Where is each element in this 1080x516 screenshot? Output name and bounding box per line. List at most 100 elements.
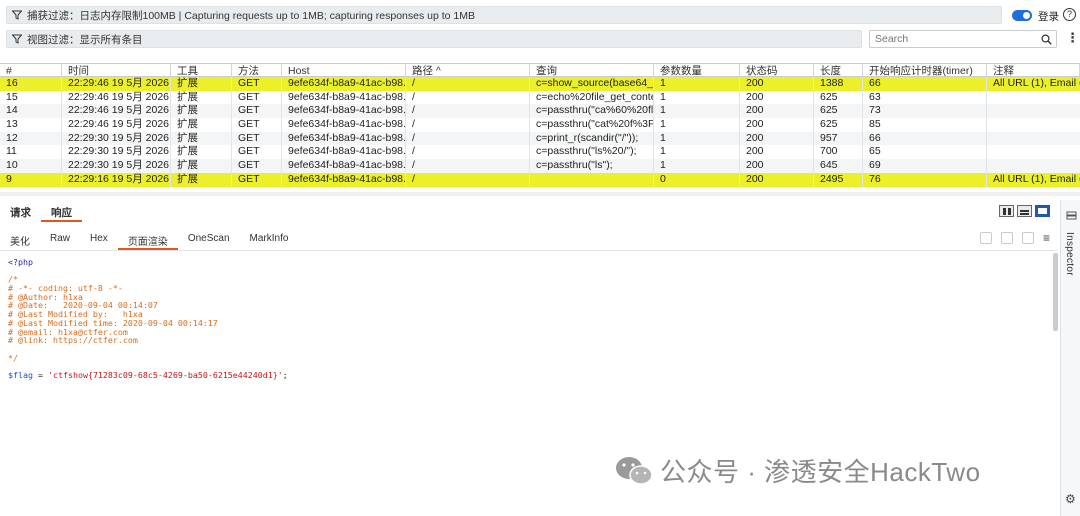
view-filter-bar[interactable]: 视图过滤：显示所有条目 <box>6 30 862 48</box>
code-line: # @link: https://ctfer.com <box>8 336 1048 345</box>
col-header-query[interactable]: 查询 <box>530 64 654 76</box>
tab-response[interactable]: 响应 <box>41 200 82 222</box>
newline-icon[interactable] <box>1022 232 1034 244</box>
col-header-path[interactable]: 路径 ^ <box>406 64 530 76</box>
cell-status: 200 <box>740 118 814 132</box>
cell-query: c=passthru("cat%20f%3F... <box>530 118 654 132</box>
table-body: 16 22:29:46 19 5月 2026 扩展 GET 9efe634f-b8a9-… <box>0 77 1080 187</box>
menu-icon[interactable]: ≡ <box>1043 232 1050 244</box>
view-filter-text: 视图过滤：显示所有条目 <box>27 33 143 46</box>
inspector-icon[interactable] <box>1066 210 1077 224</box>
col-header-tool[interactable]: 工具 <box>171 64 232 76</box>
gear-icon[interactable]: ⚙ <box>1065 492 1076 506</box>
search-icon[interactable] <box>1041 34 1052 48</box>
cell-tool: 扩展 <box>171 145 232 160</box>
cell-params: 1 <box>654 145 740 160</box>
search-box[interactable] <box>869 30 1057 48</box>
tab-hex[interactable]: Hex <box>80 228 118 250</box>
code-token: = <box>32 369 48 380</box>
wrap-lines-icon[interactable] <box>1001 232 1013 244</box>
cell-tool: 扩展 <box>171 172 232 187</box>
col-header-host[interactable]: Host <box>282 64 406 76</box>
cell-query: c=passthru("ls%20/"); <box>530 145 654 160</box>
table-row[interactable]: 12 22:29:30 19 5月 2026 扩展 GET 9efe634f-b8a9-… <box>0 131 1080 146</box>
tab-request[interactable]: 请求 <box>0 200 41 222</box>
cell-timer: 63 <box>863 90 987 105</box>
cell-time: 22:29:46 19 5月 2026 <box>62 118 171 132</box>
col-header-id[interactable]: # <box>0 64 62 76</box>
tab-pretty[interactable]: 美化 <box>0 228 40 250</box>
cell-tool: 扩展 <box>171 159 232 173</box>
single-view-button[interactable] <box>1035 205 1050 217</box>
table-row[interactable]: 10 22:29:30 19 5月 2026 扩展 GET 9efe634f-b8a9-… <box>0 159 1080 173</box>
code-line: # @email: h1xa@ctfer.com <box>8 327 1048 337</box>
cell-tool: 扩展 <box>171 104 232 119</box>
cell-time: 22:29:46 19 5月 2026 <box>62 104 171 119</box>
toggle-knob <box>1023 12 1030 19</box>
hide-icon[interactable] <box>980 232 992 244</box>
col-header-length[interactable]: 长度 <box>814 64 863 76</box>
cell-status: 200 <box>740 131 814 146</box>
tab-raw[interactable]: Raw <box>40 228 80 250</box>
response-body[interactable]: <?php /* # -*- coding: utf-8 -*- # @Author… <box>8 258 1048 380</box>
cell-host: 9efe634f-b8a9-41ac-b98... <box>282 104 406 119</box>
tab-onescan[interactable]: OneScan <box>178 228 240 250</box>
cell-tool: 扩展 <box>171 77 232 91</box>
cell-status: 200 <box>740 90 814 105</box>
cell-timer: 85 <box>863 118 987 132</box>
http-history-table: # 时间 工具 方法 Host 路径 ^ 查询 参数数量 状态码 长度 开始响应… <box>0 63 1080 187</box>
inspector-sidebar[interactable]: Inspector ⚙ <box>1060 200 1080 516</box>
table-row[interactable]: 15 22:29:46 19 5月 2026 扩展 GET 9efe634f-b8a9-… <box>0 90 1080 105</box>
col-header-params[interactable]: 参数数量 <box>654 64 740 76</box>
cell-id: 9 <box>0 172 62 187</box>
table-row[interactable]: 11 22:29:30 19 5月 2026 扩展 GET 9efe634f-b8a9-… <box>0 145 1080 160</box>
cell-host: 9efe634f-b8a9-41ac-b98... <box>282 131 406 146</box>
col-header-comment[interactable]: 注释 <box>987 64 1080 76</box>
cell-id: 15 <box>0 90 62 105</box>
split-horizontal-button[interactable] <box>999 205 1014 217</box>
cell-method: GET <box>232 118 282 132</box>
capture-filter-bar[interactable]: 捕获过滤：日志内存限制100MB | Capturing requests up… <box>6 6 1002 24</box>
code-line: # -*- coding: utf-8 -*- <box>8 284 1048 293</box>
code-token: 'ctfshow{71283c09-68c5-4269-ba50-6215e44… <box>47 369 283 380</box>
cell-params: 1 <box>654 159 740 173</box>
cell-timer: 76 <box>863 172 987 187</box>
tab-markinfo[interactable]: MarkInfo <box>240 228 299 250</box>
cell-id: 13 <box>0 118 62 132</box>
cell-query: c=passthru("ls"); <box>530 159 654 173</box>
code-line: # @Last Modified time: 2020-09-04 00:14:… <box>8 318 1048 328</box>
search-input[interactable] <box>875 33 1040 45</box>
response-scrollbar[interactable] <box>1053 253 1058 331</box>
cell-host: 9efe634f-b8a9-41ac-b98... <box>282 77 406 91</box>
cell-query: c=passthru("ca%60%20fla... <box>530 104 654 119</box>
cell-path: / <box>406 172 530 187</box>
more-options-icon[interactable]: ⋮ <box>1066 31 1079 45</box>
cell-length: 625 <box>814 118 863 132</box>
col-header-timer[interactable]: 开始响应计时器(timer) <box>863 64 987 76</box>
table-row[interactable]: 13 22:29:46 19 5月 2026 扩展 GET 9efe634f-b8a9-… <box>0 118 1080 132</box>
cell-time: 22:29:30 19 5月 2026 <box>62 159 171 173</box>
cell-path: / <box>406 77 530 91</box>
cell-method: GET <box>232 159 282 173</box>
cell-timer: 73 <box>863 104 987 119</box>
cell-params: 1 <box>654 118 740 132</box>
panel-divider[interactable] <box>0 192 1080 196</box>
login-toggle[interactable] <box>1012 10 1032 21</box>
help-icon[interactable]: ? <box>1063 8 1076 21</box>
tab-render[interactable]: 页面渲染 <box>117 228 178 250</box>
cell-method: GET <box>232 172 282 187</box>
table-row[interactable]: 16 22:29:46 19 5月 2026 扩展 GET 9efe634f-b8a9-… <box>0 77 1080 91</box>
inspector-label[interactable]: Inspector <box>1064 232 1075 276</box>
table-row[interactable]: 9 22:29:16 19 5月 2026 扩展 GET 9efe634f-b8a9-4… <box>0 172 1080 187</box>
col-header-method[interactable]: 方法 <box>232 64 282 76</box>
table-row[interactable]: 14 22:29:46 19 5月 2026 扩展 GET 9efe634f-b8a9-… <box>0 104 1080 119</box>
code-token: $flag <box>8 369 33 380</box>
cell-host: 9efe634f-b8a9-41ac-b98... <box>282 172 406 187</box>
cell-status: 200 <box>740 104 814 119</box>
col-header-time[interactable]: 时间 <box>62 64 171 76</box>
col-header-status[interactable]: 状态码 <box>740 64 814 76</box>
split-vertical-button[interactable] <box>1017 205 1032 217</box>
cell-path: / <box>406 118 530 132</box>
